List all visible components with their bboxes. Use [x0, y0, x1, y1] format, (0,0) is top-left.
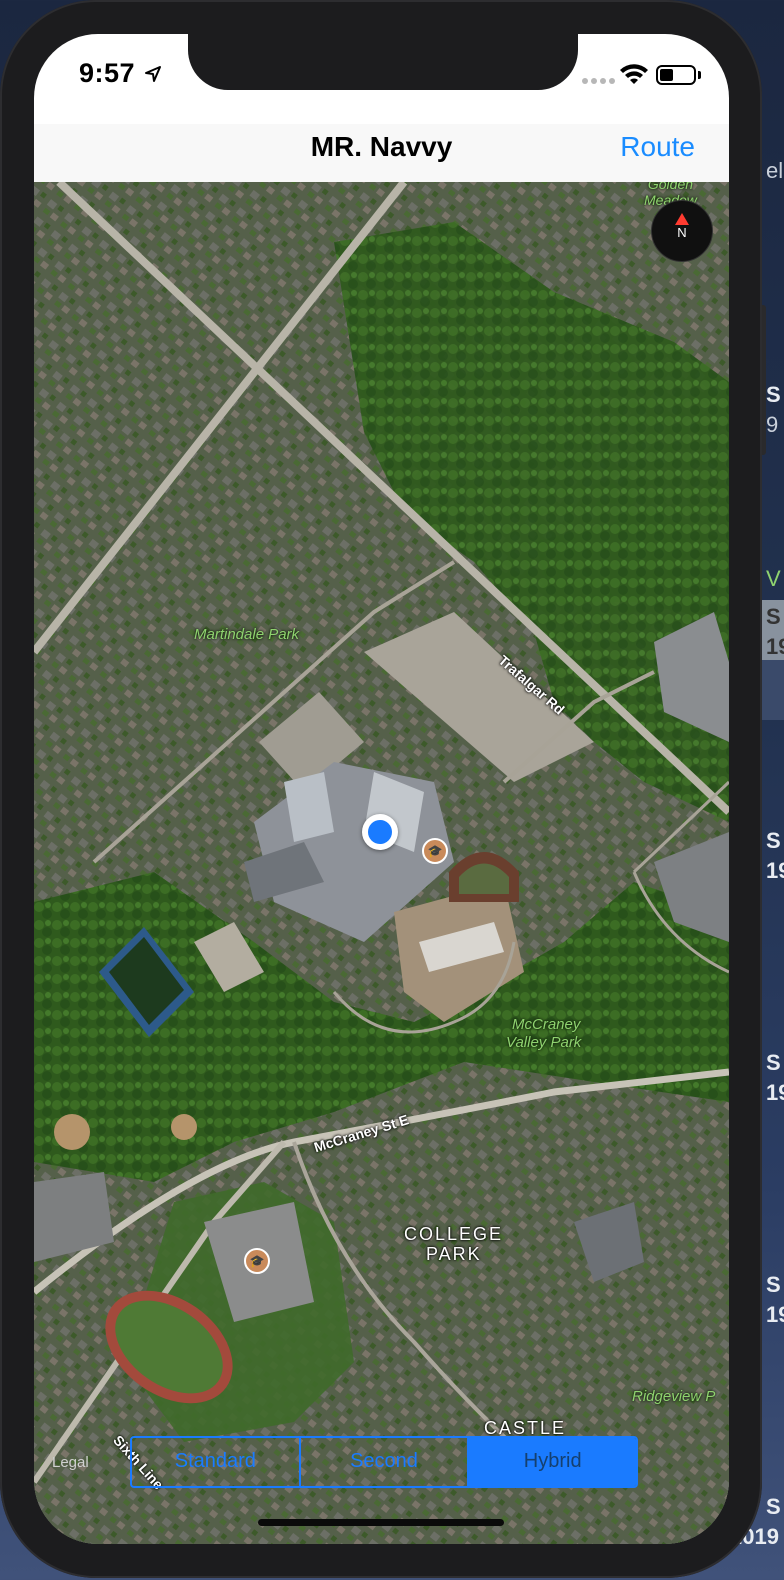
- status-bar: 9:57: [34, 34, 729, 124]
- background-text: V: [766, 566, 781, 591]
- navigation-bar: MR. Navvy Route: [34, 124, 729, 182]
- background-text: 9: [766, 412, 779, 437]
- background-text: S: [766, 382, 781, 407]
- background-text: S: [766, 604, 781, 629]
- background-text: S: [766, 1494, 781, 1519]
- cellular-signal-icon: [582, 78, 615, 84]
- background-text: 19: [766, 858, 784, 883]
- legal-link[interactable]: Legal: [52, 1454, 89, 1471]
- route-button[interactable]: Route: [620, 131, 695, 163]
- school-poi-icon[interactable]: 🎓: [244, 1248, 270, 1274]
- map-label-martindale-park: Martindale Park: [194, 626, 300, 643]
- user-location-dot[interactable]: [362, 814, 398, 850]
- background-text: S: [766, 828, 781, 853]
- background-text: S: [766, 1272, 781, 1297]
- background-text: el: [766, 158, 784, 183]
- map-label-mccraney-valley-park: Valley Park: [506, 1034, 582, 1051]
- location-arrow-icon: [145, 66, 161, 82]
- background-window: [760, 660, 784, 720]
- phone-screen: 9:57 MR. Navvy Route Golden Meadow Marti…: [34, 34, 729, 1544]
- map-view[interactable]: Golden Meadow Martindale Park Trafalgar …: [34, 182, 729, 1544]
- battery-icon: [656, 65, 696, 85]
- background-text: S: [766, 1050, 781, 1075]
- background-text: 19: [766, 634, 784, 659]
- map-label-ridgeview: Ridgeview P: [632, 1388, 716, 1405]
- school-poi-icon[interactable]: 🎓: [422, 838, 448, 864]
- background-text: 19: [766, 1080, 784, 1105]
- map-label-college-park: PARK: [426, 1244, 482, 1264]
- satellite-imagery: [34, 182, 729, 1544]
- segment-second[interactable]: Second: [298, 1438, 468, 1486]
- status-time: 9:57: [79, 58, 136, 88]
- map-label-mccraney-valley-park: McCraney: [512, 1016, 581, 1033]
- battery-cap: [698, 71, 701, 79]
- segment-hybrid[interactable]: Hybrid: [467, 1438, 636, 1486]
- map-label-college-park: COLLEGE: [404, 1224, 504, 1244]
- phone-frame: 9:57 MR. Navvy Route Golden Meadow Marti…: [0, 0, 762, 1578]
- map-type-segmented-control: Standard Second Hybrid: [130, 1436, 638, 1488]
- wifi-icon: [620, 64, 648, 84]
- background-text: 19: [766, 1302, 784, 1327]
- compass-label: N: [677, 225, 687, 240]
- home-indicator[interactable]: [258, 1519, 504, 1526]
- compass-button[interactable]: N: [651, 200, 713, 262]
- segment-standard[interactable]: Standard: [132, 1438, 299, 1486]
- compass-needle-icon: [675, 213, 689, 225]
- notch: [188, 34, 578, 90]
